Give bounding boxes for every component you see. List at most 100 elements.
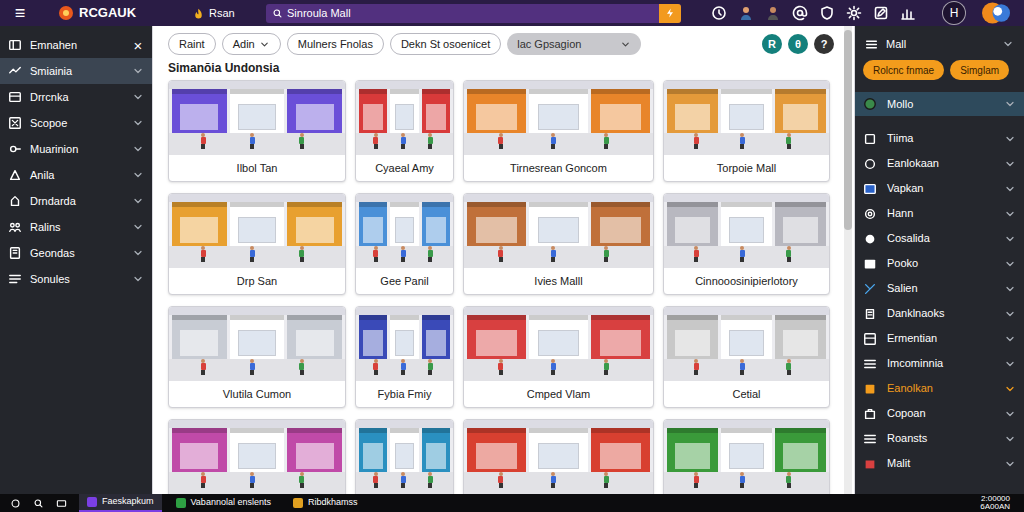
mall-card[interactable]: Ivies Malll [463, 193, 654, 295]
sidebar-item[interactable]: Anila [0, 162, 152, 188]
shopper-legs [250, 370, 254, 375]
taskbar-button[interactable] [33, 498, 44, 509]
panel-item[interactable]: Eanlokaan [855, 151, 1024, 176]
mall-card[interactable]: Cinnooosinipierlotory [663, 193, 830, 295]
shop-window [783, 330, 819, 356]
toolbar-button[interactable] [900, 5, 916, 21]
panel-item[interactable]: Cosalida [855, 226, 1024, 251]
mall-card[interactable] [663, 419, 830, 494]
mall-card[interactable]: Drp San [168, 193, 346, 295]
panel-button[interactable]: Rolcnc fnmae [863, 60, 944, 80]
taskbar-app[interactable]: Ribdkhamss [285, 494, 366, 512]
filter-label: Raint [179, 36, 205, 53]
mall-card[interactable] [355, 419, 454, 494]
panel-item[interactable]: Eanolkan [855, 376, 1024, 401]
sidebar-item[interactable]: Scopoe [0, 110, 152, 136]
panel-item[interactable]: Imcominnia [855, 351, 1024, 376]
toolbar-button[interactable] [846, 5, 862, 21]
panel-item[interactable]: Danklnaoks [855, 301, 1024, 326]
sidebar-item[interactable]: Smiainia [0, 58, 152, 84]
filter-button[interactable]: Adin [222, 33, 281, 55]
chevron-down-icon [1004, 283, 1016, 295]
taskbar-app[interactable]: Faeskapkum [79, 494, 162, 512]
mall-card[interactable] [463, 419, 654, 494]
shopper [786, 246, 791, 262]
mall-card[interactable]: Torpoie Mall [663, 80, 830, 182]
panel-item[interactable]: Copoan [855, 401, 1024, 426]
item-icon [863, 382, 877, 396]
mall-card[interactable]: Gee Panil [355, 193, 454, 295]
flame-icon [192, 7, 205, 20]
panel-item[interactable]: Salien [855, 276, 1024, 301]
action-button[interactable]: θ [788, 34, 808, 54]
mall-card[interactable]: Fybia Fmiy [355, 306, 454, 408]
panel-header[interactable]: Mall [855, 30, 1024, 58]
mall-card[interactable]: Vlutila Cumon [168, 306, 346, 408]
sidebar-item[interactable]: Drrcnka [0, 84, 152, 110]
panel-group[interactable]: Mollo [855, 92, 1024, 116]
action-button[interactable]: R [762, 34, 782, 54]
taskbar-button[interactable] [56, 498, 67, 509]
mall-card[interactable]: Ilbol Tan [168, 80, 346, 182]
chevron-down-icon [1004, 308, 1016, 320]
panel-item[interactable]: Tiima [855, 126, 1024, 151]
toolbar-button[interactable] [711, 5, 727, 21]
panel-item[interactable]: Hann [855, 201, 1024, 226]
sidebar-item[interactable]: Geondas [0, 240, 152, 266]
toolbar-button[interactable] [819, 5, 835, 21]
chevron-down-icon [132, 65, 144, 77]
search-button[interactable] [659, 4, 681, 23]
scrollbar[interactable] [844, 26, 852, 494]
shop-window [476, 217, 517, 243]
panel-item[interactable]: Pooko [855, 251, 1024, 276]
search-icon [272, 8, 283, 19]
filter-select[interactable]: lac Gpsagion [507, 33, 641, 55]
logo[interactable]: RCGAUK [58, 3, 178, 23]
mall-card[interactable]: Tirnesrean Goncom [463, 80, 654, 182]
panel-item[interactable]: Roansts [855, 426, 1024, 451]
mall-card-caption: Drp San [169, 268, 345, 294]
sidebar-item[interactable]: Ralins [0, 214, 152, 240]
close-button[interactable]: × [132, 38, 144, 53]
storefront [591, 315, 650, 359]
menu-button[interactable]: ≡ [0, 4, 40, 22]
search-value[interactable]: Sinroula Mall [283, 5, 659, 22]
mall-card[interactable]: Cetial [663, 306, 830, 408]
panel-button[interactable]: Simglam [950, 60, 1009, 80]
section-icon [8, 168, 22, 182]
avatar-button[interactable] [982, 0, 1010, 27]
filter-button[interactable]: Dekn St osoenicet [390, 33, 501, 55]
filter-button[interactable]: Mulners Fnolas [287, 33, 384, 55]
mall-card[interactable]: Cyaeal Amy [355, 80, 454, 182]
toolbar-button[interactable] [738, 5, 754, 21]
storefronts [169, 89, 345, 133]
chevron-down-icon [1004, 433, 1016, 445]
shopper-body [428, 250, 433, 257]
sidebar-item[interactable]: Sonules [0, 266, 152, 292]
taskbar-app[interactable]: Vabannolal enslents [168, 494, 279, 512]
panel-item[interactable]: Ermentian [855, 326, 1024, 351]
scrollbar-thumb[interactable] [844, 30, 852, 230]
app-switcher[interactable]: Rsan [192, 5, 252, 22]
sidebar-item[interactable]: Drndarda [0, 188, 152, 214]
search-field[interactable]: Sinroula Mall [266, 4, 681, 23]
taskbar-button[interactable] [10, 498, 21, 509]
user-initial-button[interactable]: H [942, 1, 966, 25]
sidebar-item-label: Emnahen [30, 37, 124, 54]
sidebar-item[interactable]: Emnahen × [0, 32, 152, 58]
panel-item[interactable]: Malit [855, 451, 1024, 476]
mall-card[interactable] [168, 419, 346, 494]
toolbar-button[interactable] [873, 5, 889, 21]
taskbar-app-label: Ribdkhamss [308, 496, 358, 510]
toolbar-button[interactable] [765, 5, 781, 21]
mall-card[interactable]: Cmped Vlam [463, 306, 654, 408]
filter-button[interactable]: Raint [168, 33, 216, 55]
toolbar-button[interactable] [792, 5, 808, 21]
ceiling [664, 194, 829, 202]
action-button[interactable]: ? [814, 34, 834, 54]
panel-item[interactable]: Vapkan [855, 176, 1024, 201]
sidebar-item[interactable]: Muarinion [0, 136, 152, 162]
ceiling [169, 81, 345, 89]
shop-window [395, 217, 415, 243]
shopper-body [604, 137, 609, 144]
